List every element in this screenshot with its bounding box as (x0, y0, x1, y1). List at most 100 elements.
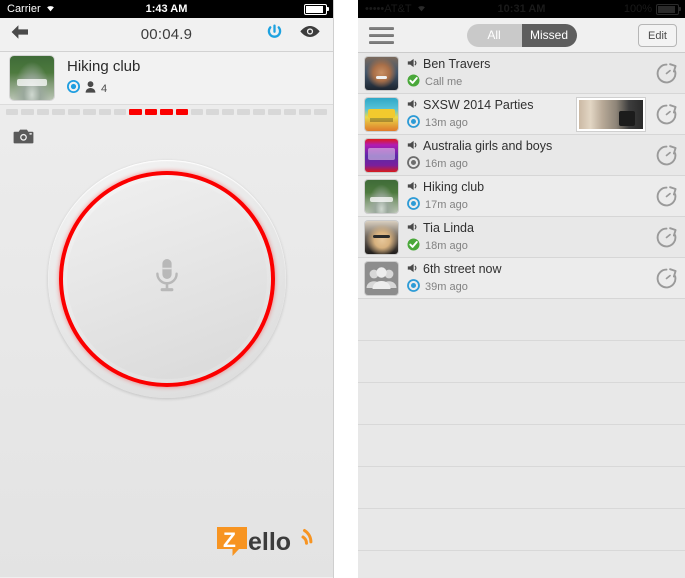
channel-name: Hiking club (67, 57, 141, 75)
megaphone-icon (407, 57, 418, 71)
power-button[interactable] (266, 18, 283, 51)
camera-icon (13, 129, 34, 149)
talk-timer: 00:04.9 (140, 26, 193, 43)
megaphone-icon (407, 139, 418, 153)
history-row[interactable]: Hiking club 17m ago (358, 176, 685, 217)
history-row-subtitle: Call me (425, 75, 463, 88)
replay-history-icon[interactable] (651, 185, 681, 207)
left-nav-bar: 00:04.9 (0, 18, 333, 52)
channel-info: Hiking club 4 (67, 57, 141, 98)
history-row-sub-line: 18m ago (407, 238, 651, 254)
active-channel-header[interactable]: Hiking club 4 (0, 52, 333, 105)
replay-history-icon[interactable] (651, 267, 681, 289)
screenshot-stage: Carrier 1:43 AM 00:04.9 Hiking club 4 Z … (0, 0, 685, 578)
edit-button[interactable]: Edit (638, 24, 677, 47)
history-row-subtitle: 13m ago (425, 116, 468, 129)
hamburger-menu-icon[interactable] (369, 18, 394, 52)
right-phone-screen: •••••AT&T 10:31 AM 100% All Missed Edit … (358, 0, 685, 578)
level-segment-idle (36, 109, 50, 115)
history-row[interactable]: 6th street now 39m ago (358, 258, 685, 299)
history-row-text: SXSW 2014 Parties 13m ago (407, 98, 577, 131)
history-row-name: Australia girls and boys (423, 138, 553, 153)
level-segment-idle (299, 109, 312, 115)
battery-percent-label: 100% (623, 3, 652, 15)
history-row-name: SXSW 2014 Parties (423, 97, 534, 112)
history-row-empty (358, 341, 685, 383)
level-segment-idle (221, 109, 235, 115)
history-row-name-line: SXSW 2014 Parties (407, 98, 577, 112)
level-segment-idle (283, 109, 297, 115)
level-segment-idle (113, 109, 127, 115)
replay-history-icon[interactable] (651, 103, 681, 125)
history-row[interactable]: Ben Travers Call me (358, 53, 685, 94)
channel-avatar-forest (10, 56, 54, 100)
zello-z-letter: Z (223, 529, 236, 552)
avatar-tia-linda (365, 220, 398, 254)
people-count: 4 (101, 82, 108, 95)
history-row-empty (358, 425, 685, 467)
right-nav-bar: All Missed Edit (358, 18, 685, 53)
left-phone-screen: Carrier 1:43 AM 00:04.9 Hiking club 4 Z … (0, 0, 334, 578)
target-blue-icon (407, 196, 420, 213)
history-row-subtitle: 39m ago (425, 280, 468, 293)
target-blue-icon (407, 278, 420, 295)
level-segment-idle (6, 109, 19, 115)
history-row-subtitle: 17m ago (425, 198, 468, 211)
left-status-time: 1:43 AM (145, 3, 188, 15)
history-row[interactable]: Australia girls and boys 16m ago (358, 135, 685, 176)
history-row-empty (358, 509, 685, 551)
image-preview-thumbnail[interactable] (577, 97, 645, 131)
history-row-name: Ben Travers (423, 56, 491, 71)
megaphone-icon (407, 221, 418, 235)
megaphone-icon (407, 98, 418, 112)
replay-history-icon[interactable] (651, 62, 681, 84)
battery-full-icon (656, 3, 681, 15)
segment-all[interactable]: All (466, 23, 522, 47)
history-row-name: Tia Linda (423, 220, 474, 235)
history-row-sub-line: 17m ago (407, 196, 651, 213)
level-segment-idle (52, 109, 65, 115)
zello-word: ello (248, 528, 291, 556)
history-row-subtitle: 18m ago (425, 239, 468, 252)
replay-history-icon[interactable] (651, 144, 681, 166)
visibility-button[interactable] (299, 18, 321, 51)
history-row-text: Tia Linda 18m ago (407, 221, 651, 254)
history-row-name-line: Tia Linda (407, 221, 651, 235)
history-row-name-line: Australia girls and boys (407, 139, 651, 153)
level-segment-active (144, 109, 158, 115)
history-row[interactable]: Tia Linda 18m ago (358, 217, 685, 258)
level-segment-idle (268, 109, 281, 115)
left-status-bar: Carrier 1:43 AM (0, 0, 333, 18)
history-row-empty (358, 467, 685, 509)
push-to-talk-button[interactable] (47, 160, 286, 398)
history-row-subtitle: 16m ago (425, 157, 468, 170)
level-segment-idle (21, 109, 34, 115)
check-green-icon (407, 74, 420, 90)
level-segment-idle (191, 109, 204, 115)
history-list: Ben Travers Call me SXSW 2014 Parties 13m a… (358, 53, 685, 578)
avatar-australia (365, 138, 398, 172)
history-row-sub-line: 39m ago (407, 278, 651, 295)
history-row-sub-line: 13m ago (407, 114, 577, 131)
history-row-name: 6th street now (423, 261, 502, 276)
level-segment-idle (252, 109, 266, 115)
avatar-sxsw-2014 (365, 97, 398, 131)
level-segment-idle (98, 109, 111, 115)
segment-missed[interactable]: Missed (521, 23, 577, 47)
history-row-empty (358, 551, 685, 578)
right-status-bar: •••••AT&T 10:31 AM 100% (358, 0, 685, 18)
filter-segmented-control[interactable]: All Missed (466, 23, 577, 47)
megaphone-icon (407, 180, 418, 194)
history-row-sub-line: 16m ago (407, 155, 651, 172)
audio-level-meter (0, 105, 333, 119)
microphone-icon (154, 258, 180, 301)
history-row-name: Hiking club (423, 179, 485, 194)
replay-history-icon[interactable] (651, 226, 681, 248)
history-row-text: Hiking club 17m ago (407, 180, 651, 213)
history-row-text: Ben Travers Call me (407, 57, 651, 90)
camera-button[interactable] (13, 128, 34, 150)
history-row[interactable]: SXSW 2014 Parties 13m ago (358, 94, 685, 135)
target-blue-icon (407, 114, 420, 131)
level-segment-active (160, 109, 173, 115)
target-gray-icon (407, 155, 420, 172)
